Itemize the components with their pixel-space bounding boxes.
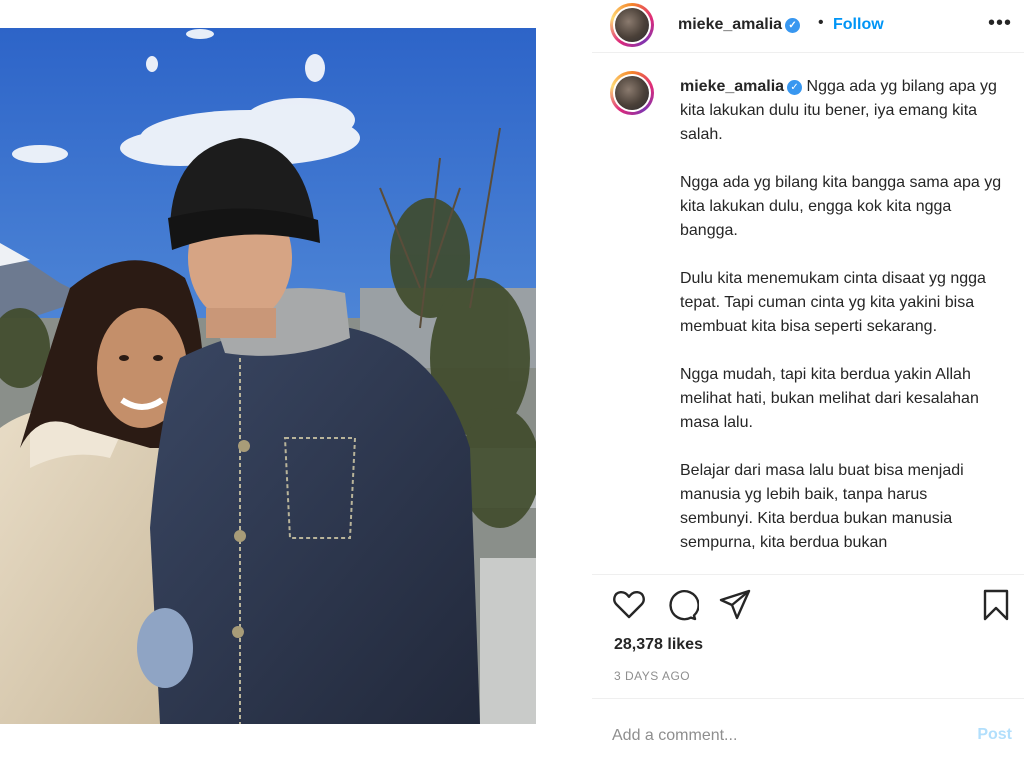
caption-paragraph: Ngga ada yg bilang kita bangga sama apa … [680, 174, 1002, 239]
verified-badge-icon: ✓ [787, 80, 803, 95]
caption-paragraph: Ngga mudah, tapi kita berdua yakin Allah… [680, 366, 979, 431]
heart-icon[interactable] [612, 588, 646, 625]
caption-paragraph: Belajar dari masa lalu buat bisa menjadi… [680, 462, 964, 551]
comment-input[interactable] [612, 722, 952, 750]
photo-pane [0, 0, 592, 768]
verified-badge-icon: ✓ [785, 18, 801, 33]
comment-icon[interactable] [665, 588, 700, 627]
send-icon[interactable] [718, 588, 752, 627]
likes-count[interactable]: 28,378 likes [614, 636, 703, 654]
comment-divider [592, 698, 1024, 699]
follow-button[interactable]: Follow [833, 16, 884, 34]
post-header: mieke_amalia ✓ • Follow ••• [592, 0, 1024, 53]
avatar[interactable] [610, 3, 654, 47]
bookmark-icon[interactable] [982, 588, 1010, 627]
caption-avatar[interactable] [610, 71, 654, 115]
actions-divider [592, 574, 1024, 575]
caption-area[interactable]: mieke_amalia ✓ Ngga ada yg bilang apa yg … [592, 53, 1024, 573]
header-username[interactable]: mieke_amalia ✓ [678, 16, 801, 34]
post-panel: mieke_amalia ✓ • Follow ••• mieke_amalia ✓… [592, 0, 1024, 768]
username-text[interactable]: mieke_amalia [678, 16, 782, 33]
separator-dot: • [818, 14, 824, 31]
action-bar [592, 588, 1024, 628]
caption-paragraph: Dulu kita menemukam cinta disaat yg ngga… [680, 270, 986, 335]
caption-text: mieke_amalia ✓ Ngga ada yg bilang apa yg … [680, 75, 1002, 573]
post-timestamp[interactable]: 3 DAYS AGO [614, 669, 690, 683]
post-photo[interactable] [0, 28, 536, 724]
caption-username[interactable]: mieke_amalia [680, 78, 784, 95]
more-options-icon[interactable]: ••• [988, 12, 1012, 35]
post-comment-button[interactable]: Post [977, 726, 1012, 744]
